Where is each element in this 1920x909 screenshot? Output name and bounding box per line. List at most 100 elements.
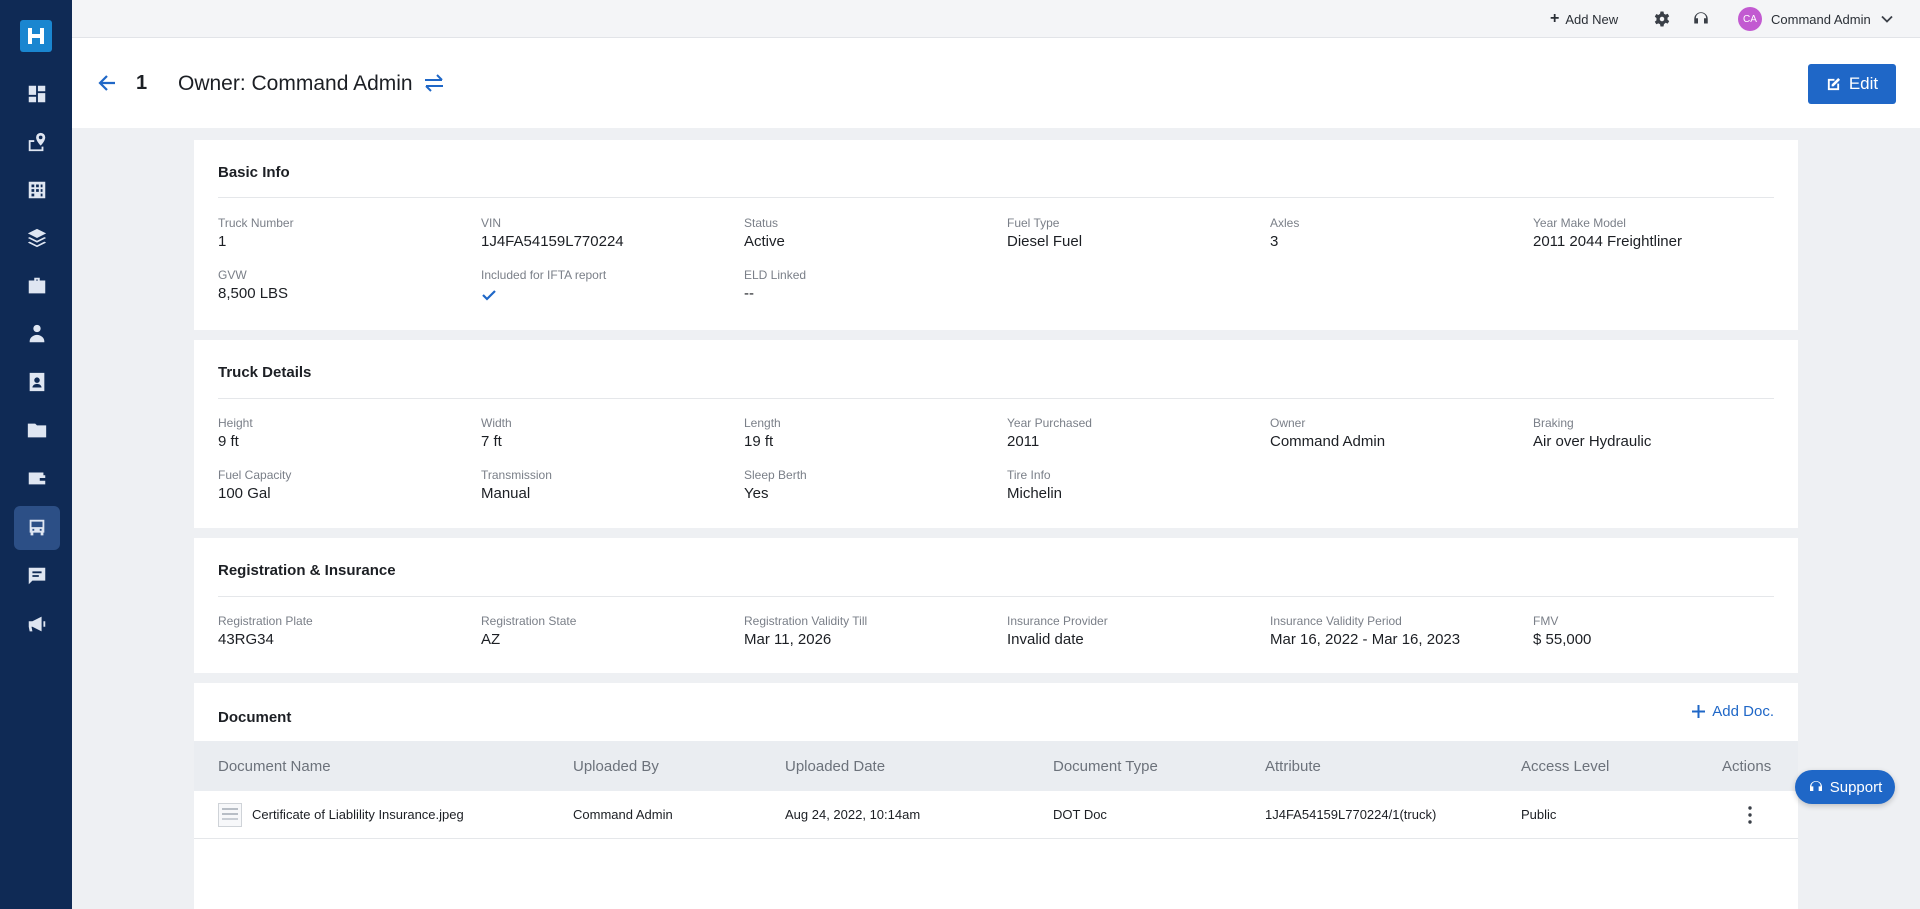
add-doc-label: Add Doc. [1712,703,1774,720]
field-width: Width 7 ft [481,416,512,450]
dashboard-icon [28,85,46,103]
check-icon [482,290,496,301]
document-thumbnail[interactable] [218,803,242,827]
field-transmission: Transmission Manual [481,468,552,502]
field-length: Length 19 ft [744,416,781,450]
field-braking: Braking Air over Hydraulic [1533,416,1652,450]
truck-icon [29,519,45,536]
gear-icon [1654,11,1670,27]
col-access-level[interactable]: Access Level [1521,758,1609,775]
nav-dashboard[interactable] [14,72,60,116]
plus-icon [1692,705,1706,718]
divider [218,596,1774,597]
support-button[interactable]: Support [1795,770,1895,804]
field-sleep-berth: Sleep Berth Yes [744,468,807,502]
field-registration-validity: Registration Validity Till Mar 11, 2026 [744,614,868,648]
section-title: Registration & Insurance [218,562,396,579]
nav-documents[interactable] [14,408,60,452]
field-year-make-model: Year Make Model 2011 2044 Freightliner [1533,216,1682,250]
logo-icon [28,28,44,44]
support-label: Support [1829,778,1883,796]
briefcase-icon [28,277,46,294]
col-document-name[interactable]: Document Name [218,758,331,775]
documents-card: Document Add Doc. Document Name Uploaded… [194,683,1798,909]
edit-icon [1827,77,1840,90]
more-actions-icon[interactable] [1746,803,1754,827]
col-uploaded-date[interactable]: Uploaded Date [785,758,885,775]
field-fuel-capacity: Fuel Capacity 100 Gal [218,468,292,502]
document-type: DOT Doc [1053,807,1107,822]
field-gvw: GVW 8,500 LBS [218,268,289,302]
add-doc-button[interactable]: Add Doc. [1691,703,1774,720]
map-pin-icon [28,132,46,152]
nav-contacts[interactable] [14,360,60,404]
nav-messages[interactable] [14,554,60,598]
contact-card-icon [29,372,45,392]
col-attribute[interactable]: Attribute [1265,758,1321,775]
nav-layers[interactable] [14,216,60,260]
attribute: 1J4FA54159L770224/1(truck) [1265,807,1437,822]
nav-trucks[interactable] [14,506,60,550]
avatar: CA [1738,7,1762,31]
field-registration-state: Registration State AZ [481,614,577,648]
plus-icon: + [1550,10,1560,27]
col-document-type[interactable]: Document Type [1053,758,1158,775]
back-arrow-icon[interactable] [96,72,118,94]
truck-number: 1 [136,72,148,94]
user-name: Command Admin [1771,11,1871,27]
field-owner: Owner Command Admin [1270,416,1386,450]
add-new-label: Add New [1565,11,1619,27]
nav-locations[interactable] [14,120,60,164]
building-icon [28,181,46,199]
page-header: 1 Owner: Command Admin Edit [72,38,1920,128]
field-insurance-provider: Insurance Provider Invalid date [1007,614,1108,648]
user-menu[interactable]: CA Command Admin [1738,6,1894,32]
divider [218,398,1774,399]
section-title: Document [218,709,292,726]
document-name[interactable]: Certificate of Liablility Insurance.jpeg [252,807,464,822]
table-row[interactable]: Certificate of Liablility Insurance.jpeg… [194,791,1798,839]
registration-card: Registration & Insurance Registration Pl… [194,538,1798,673]
sidebar [0,0,72,909]
uploaded-date: Aug 24, 2022, 10:14am [785,807,921,822]
swap-icon[interactable] [422,72,446,94]
field-status: Status Active [744,216,785,250]
chevron-down-icon [1881,15,1893,23]
wallet-icon [28,472,46,485]
add-new-button[interactable]: + Add New [1550,9,1618,29]
app-logo[interactable] [20,20,52,52]
access-level: Public [1521,807,1557,822]
table-header: Document Name Uploaded By Uploaded Date … [194,741,1798,791]
field-vin: VIN 1J4FA54159L770224 [481,216,624,250]
field-insurance-validity: Insurance Validity Period Mar 16, 2022 - … [1270,614,1461,648]
top-bar: + Add New CA Command Admin [72,0,1920,38]
nav-announcements[interactable] [14,602,60,646]
col-uploaded-by[interactable]: Uploaded By [573,758,659,775]
field-year-purchased: Year Purchased 2011 [1007,416,1092,450]
nav-jobs[interactable] [14,264,60,308]
nav-wallet[interactable] [14,456,60,500]
folder-icon [27,423,47,438]
nav-organization[interactable] [14,168,60,212]
nav-drivers[interactable] [14,312,60,356]
uploaded-by: Command Admin [573,807,673,822]
settings-button[interactable] [1652,9,1672,29]
help-button[interactable] [1691,9,1711,29]
field-eld-linked: ELD Linked -- [744,268,807,302]
field-truck-number: Truck Number 1 [218,216,294,250]
layers-icon [27,228,47,248]
field-tire-info: Tire Info Michelin [1007,468,1063,502]
field-fuel-type: Fuel Type Diesel Fuel [1007,216,1083,250]
section-title: Truck Details [218,364,312,381]
driver-icon [29,324,45,343]
col-actions: Actions [1722,758,1772,775]
field-axles: Axles 3 [1270,216,1300,250]
headset-icon [1809,781,1822,791]
edit-button[interactable]: Edit [1808,64,1896,104]
field-ifta: Included for IFTA report [481,268,731,308]
field-fmv: FMV $ 55,000 [1533,614,1592,648]
message-icon [28,567,46,585]
page-title: Owner: Command Admin [178,72,413,95]
megaphone-icon [28,616,46,632]
basic-info-card: Basic Info Truck Number 1 VIN 1J4FA54159L7… [194,140,1798,330]
